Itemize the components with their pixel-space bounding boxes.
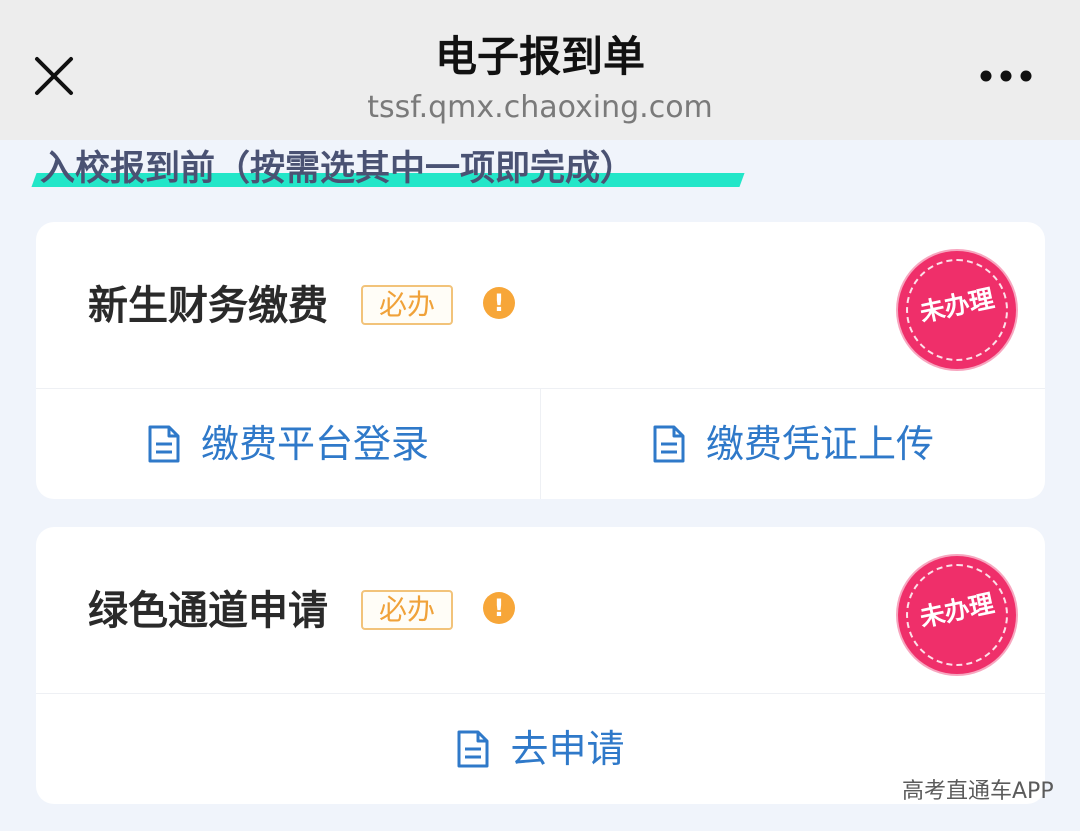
watermark: 高考直通车APP [902, 779, 1054, 804]
card-actions: 去申请 [36, 694, 1045, 804]
action-label: 去申请 [510, 727, 625, 771]
card-title: 绿色通道申请 [88, 588, 328, 634]
status-stamp: 未办理 [898, 556, 1016, 674]
card-header: 新生财务缴费 必办 ! 未办理 [36, 222, 1045, 389]
warning-icon[interactable]: ! [483, 287, 515, 319]
more-button[interactable] [974, 62, 1038, 90]
document-icon [653, 425, 685, 463]
card-header: 绿色通道申请 必办 ! 未办理 [36, 527, 1045, 694]
document-icon [457, 730, 489, 768]
card-title: 新生财务缴费 [88, 283, 328, 329]
required-badge: 必办 [361, 285, 453, 325]
page-title: 电子报到单 [434, 32, 645, 81]
required-badge: 必办 [361, 590, 453, 630]
payment-receipt-upload-button[interactable]: 缴费凭证上传 [540, 389, 1045, 499]
finance-payment-card: 新生财务缴费 必办 ! 未办理 缴费平台登录 缴费凭证上传 [36, 222, 1045, 499]
page-url: tssf.qmx.chaoxing.com [367, 90, 713, 125]
more-icon [980, 70, 1032, 82]
payment-platform-login-button[interactable]: 缴费平台登录 [36, 389, 540, 499]
action-label: 缴费凭证上传 [705, 422, 934, 466]
action-label: 缴费平台登录 [200, 422, 429, 466]
browser-header: 电子报到单 tssf.qmx.chaoxing.com [0, 0, 1080, 140]
section-heading-text: 入校报到前（按需选其中一项即完成） [40, 149, 636, 189]
warning-icon[interactable]: ! [483, 592, 515, 624]
section-heading: 入校报到前（按需选其中一项即完成） [31, 146, 745, 194]
card-actions: 缴费平台登录 缴费凭证上传 [36, 389, 1045, 499]
green-channel-card: 绿色通道申请 必办 ! 未办理 去申请 [36, 527, 1045, 804]
status-stamp: 未办理 [898, 251, 1016, 369]
apply-button[interactable]: 去申请 [36, 694, 1045, 804]
document-icon [148, 425, 180, 463]
